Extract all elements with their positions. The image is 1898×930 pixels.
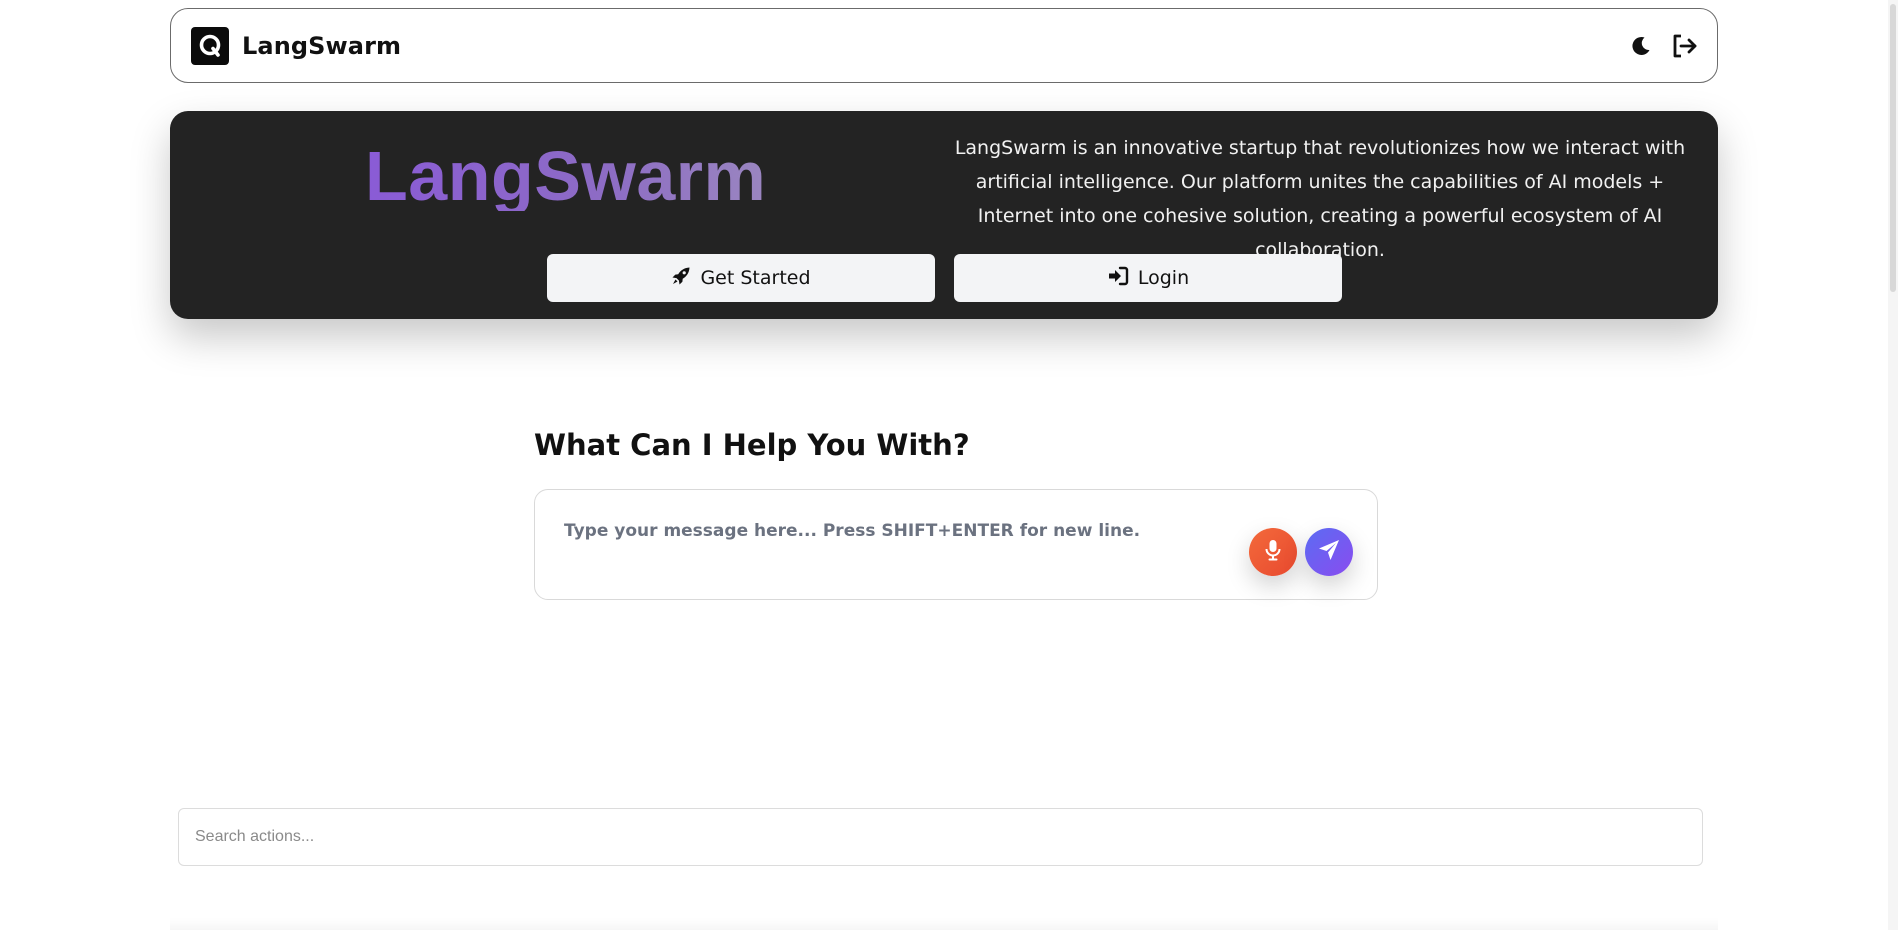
scrollbar-thumb[interactable] — [1890, 4, 1896, 292]
bottom-panel-edge — [170, 918, 1718, 930]
login-label: Login — [1137, 267, 1190, 289]
logout-icon[interactable] — [1671, 32, 1699, 60]
moon-icon[interactable] — [1627, 32, 1655, 60]
search-actions-input[interactable] — [178, 808, 1703, 866]
get-started-label: Get Started — [700, 267, 811, 289]
page-scrollbar[interactable] — [1888, 0, 1898, 930]
microphone-button[interactable] — [1249, 528, 1297, 576]
chat-message-input[interactable] — [562, 520, 1252, 542]
login-icon — [1107, 266, 1129, 291]
brand-name[interactable]: LangSwarm — [242, 32, 401, 60]
chat-heading: What Can I Help You With? — [534, 428, 970, 462]
top-navbar: LangSwarm — [170, 8, 1718, 83]
hero-banner: LangSwarm LangSwarm is an innovative sta… — [170, 111, 1718, 319]
send-button[interactable] — [1305, 528, 1353, 576]
rocket-icon — [671, 266, 691, 291]
get-started-button[interactable]: Get Started — [547, 254, 935, 302]
login-button[interactable]: Login — [954, 254, 1342, 302]
navbar-actions — [1627, 32, 1699, 60]
chat-composer — [534, 489, 1378, 600]
paper-plane-icon — [1317, 538, 1341, 567]
hero-title: LangSwarm — [365, 137, 767, 215]
app-logo-icon[interactable] — [191, 26, 229, 65]
hero-description: LangSwarm is an innovative startup that … — [954, 137, 1686, 261]
microphone-icon — [1263, 539, 1283, 566]
